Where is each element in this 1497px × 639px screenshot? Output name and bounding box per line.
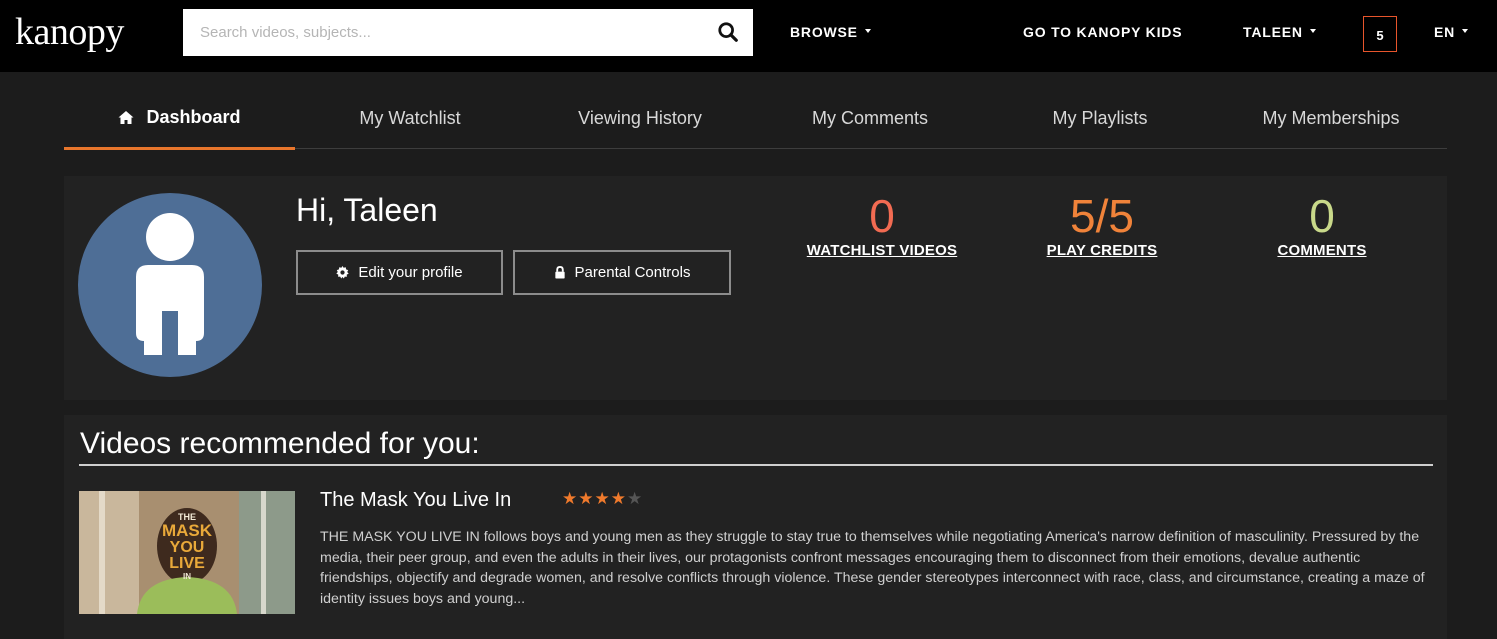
chevron-down-icon: [1462, 29, 1469, 34]
video-thumbnail[interactable]: THE MASK YOU LIVE IN: [79, 491, 295, 614]
divider: [79, 464, 1433, 466]
greeting: Hi, Taleen: [296, 192, 438, 228]
star-icon: ★: [594, 489, 611, 508]
tab-my-watchlist[interactable]: My Watchlist: [295, 88, 525, 149]
watchlist-stat: 0 WATCHLIST VIDEOS: [782, 190, 982, 259]
edit-profile-button[interactable]: Edit your profile: [296, 250, 503, 295]
star-empty-icon: ★: [627, 489, 644, 508]
comments-count: 0: [1309, 190, 1335, 242]
tab-viewing-history[interactable]: Viewing History: [525, 88, 755, 149]
recommendations-heading: Videos recommended for you:: [80, 427, 480, 460]
kanopy-logo[interactable]: kanopy: [15, 10, 124, 54]
language-menu[interactable]: EN: [1434, 24, 1469, 40]
tab-label: My Watchlist: [359, 108, 461, 128]
comments-stat: 0 COMMENTS: [1222, 190, 1422, 259]
user-menu-label: TALEEN: [1243, 24, 1303, 40]
watchlist-count: 0: [869, 190, 895, 242]
home-icon: [118, 111, 134, 124]
poster-art: THE MASK YOU LIVE IN: [79, 491, 295, 614]
comments-link[interactable]: COMMENTS: [1222, 242, 1422, 259]
credits-badge[interactable]: 5: [1363, 16, 1397, 52]
avatar: [78, 193, 262, 377]
gear-icon: [336, 266, 350, 279]
play-credits-link[interactable]: PLAY CREDITS: [1002, 242, 1202, 259]
star-icon: ★: [610, 489, 627, 508]
tab-my-comments[interactable]: My Comments: [755, 88, 985, 149]
credits-stat: 5/5 PLAY CREDITS: [1002, 190, 1202, 259]
poster-title-line: IN: [183, 572, 191, 581]
browse-menu[interactable]: BROWSE: [790, 24, 871, 40]
tab-label: My Playlists: [1052, 108, 1148, 128]
top-navigation-bar: kanopy BROWSE GO TO KANOPY KIDS TALEEN 5…: [0, 0, 1497, 72]
kanopy-kids-link[interactable]: GO TO KANOPY KIDS: [1023, 24, 1182, 40]
edit-profile-label: Edit your profile: [358, 264, 463, 281]
parental-controls-label: Parental Controls: [574, 264, 691, 281]
browse-label: BROWSE: [790, 24, 858, 40]
tab-my-memberships[interactable]: My Memberships: [1215, 88, 1447, 149]
video-title-link[interactable]: The Mask You Live In: [320, 489, 511, 512]
search-icon[interactable]: [717, 21, 739, 43]
video-description: THE MASK YOU LIVE IN follows boys and yo…: [320, 529, 1425, 607]
poster-title-line: MASK: [162, 521, 213, 540]
star-icon: ★: [578, 489, 595, 508]
tab-label: Dashboard: [146, 107, 241, 127]
chevron-down-icon: [1309, 29, 1316, 34]
tab-label: Viewing History: [578, 108, 702, 128]
poster-title-line: LIVE: [169, 555, 205, 572]
play-credits-count: 5/5: [1070, 190, 1134, 242]
star-rating: ★★★★★: [562, 489, 643, 509]
user-menu[interactable]: TALEEN: [1243, 24, 1316, 40]
tab-label: My Memberships: [1262, 108, 1400, 128]
lock-icon: [554, 266, 565, 279]
watchlist-videos-link[interactable]: WATCHLIST VIDEOS: [782, 242, 982, 259]
search-input[interactable]: [183, 9, 703, 56]
tab-my-playlists[interactable]: My Playlists: [985, 88, 1215, 149]
chevron-down-icon: [864, 29, 871, 34]
language-label: EN: [1434, 24, 1456, 40]
user-silhouette-icon: [136, 213, 204, 355]
dashboard-tabs: Dashboard My Watchlist Viewing History M…: [64, 88, 1447, 150]
poster-title-line: YOU: [170, 539, 205, 556]
parental-controls-button[interactable]: Parental Controls: [513, 250, 731, 295]
star-icon: ★: [562, 489, 579, 508]
tab-dashboard[interactable]: Dashboard: [64, 88, 295, 150]
search-box: [183, 9, 753, 56]
tab-label: My Comments: [811, 108, 928, 128]
